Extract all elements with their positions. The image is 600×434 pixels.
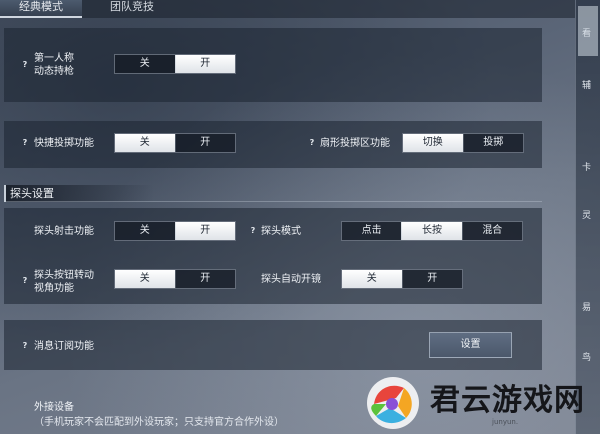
watermark-subtext: junyun. (492, 418, 519, 426)
peek-button-rotate-label: 探头按钮转动 视角功能 (34, 270, 94, 294)
first-person-panel (4, 28, 542, 102)
quick-throw-label: 快捷投掷功能 (34, 138, 94, 149)
side-menu-item[interactable]: 灵 (582, 208, 591, 221)
side-menu-item[interactable]: 鸟 (582, 350, 591, 363)
site-logo-icon (367, 377, 419, 429)
side-menu-selected-marker (578, 6, 598, 56)
peek-settings-header: 探头设置 (4, 185, 154, 202)
first-person-label: 第一人称 动态持枪 (34, 53, 74, 77)
external-device-title: 外接设备 (34, 402, 74, 413)
option-off[interactable]: 关 (115, 55, 175, 73)
option-hold[interactable]: 长按 (401, 222, 462, 240)
help-icon[interactable]: ? (20, 138, 30, 148)
side-menu-item[interactable]: 易 (582, 300, 591, 313)
peek-shoot-toggle[interactable]: 关 开 (114, 221, 236, 241)
fan-throw-toggle[interactable]: 切换 投掷 (402, 133, 524, 153)
peek-mode-label: 探头模式 (261, 226, 301, 237)
peek-auto-scope-toggle[interactable]: 关 开 (341, 269, 463, 289)
option-mixed[interactable]: 混合 (461, 222, 522, 240)
option-off[interactable]: 关 (115, 222, 175, 240)
help-icon[interactable]: ? (20, 276, 30, 286)
peek-shoot-label: 探头射击功能 (34, 226, 94, 237)
settings-button[interactable]: 设置 (429, 332, 512, 358)
tab-classic-mode[interactable]: 经典模式 (0, 0, 82, 18)
option-off[interactable]: 关 (342, 270, 402, 288)
help-icon[interactable]: ? (307, 138, 317, 148)
option-on[interactable]: 开 (174, 55, 235, 73)
option-on[interactable]: 开 (174, 222, 235, 240)
option-on[interactable]: 开 (401, 270, 463, 288)
external-device-note: （手机玩家不会匹配到外设玩家；只支持官方合作外设） (34, 417, 284, 428)
peek-auto-scope-label: 探头自动开镜 (261, 274, 321, 285)
help-icon[interactable]: ? (248, 226, 258, 236)
help-icon[interactable]: ? (20, 341, 30, 351)
peek-button-rotate-toggle[interactable]: 关 开 (114, 269, 236, 289)
option-on[interactable]: 开 (174, 270, 236, 288)
option-throw[interactable]: 投掷 (462, 134, 524, 152)
option-tap[interactable]: 点击 (342, 222, 401, 240)
tab-team-deathmatch[interactable]: 团队竞技 (100, 0, 164, 18)
side-menu-strip: 看 辅 卡 灵 易 鸟 (575, 0, 600, 434)
first-person-toggle[interactable]: 关 开 (114, 54, 236, 74)
option-on[interactable]: 开 (174, 134, 236, 152)
quick-throw-toggle[interactable]: 关 开 (114, 133, 236, 153)
watermark-text: 君云游戏网 (430, 383, 585, 418)
help-icon[interactable]: ? (20, 60, 30, 70)
message-subscription-label: 消息订阅功能 (34, 341, 94, 352)
side-menu-item[interactable]: 辅 (582, 78, 591, 91)
mode-tab-bar: 经典模式 团队竞技 (0, 0, 575, 18)
peek-mode-selector[interactable]: 点击 长按 混合 (341, 221, 523, 241)
fan-throw-label: 扇形投掷区功能 (320, 138, 390, 149)
side-menu-item[interactable]: 卡 (582, 160, 591, 173)
option-off[interactable]: 关 (115, 270, 175, 288)
divider (4, 201, 542, 202)
option-switch[interactable]: 切换 (403, 134, 463, 152)
option-off[interactable]: 关 (115, 134, 175, 152)
